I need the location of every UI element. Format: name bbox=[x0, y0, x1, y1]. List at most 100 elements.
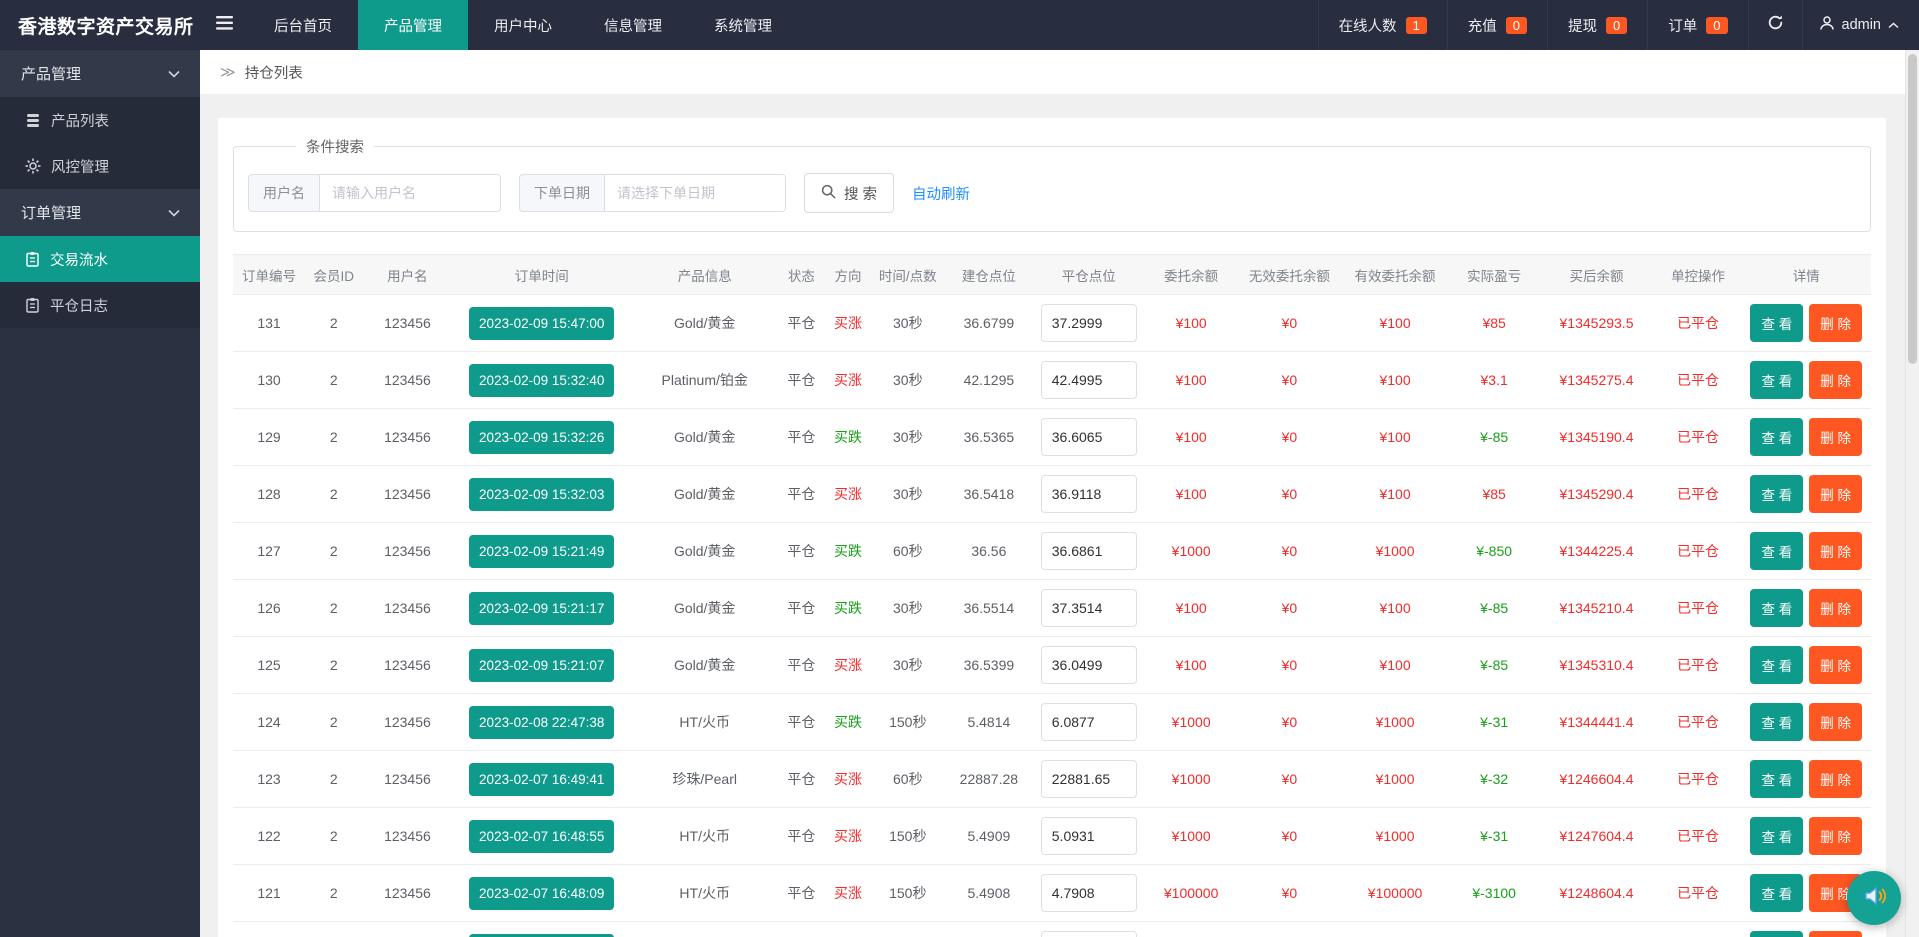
order-date-input[interactable] bbox=[604, 174, 786, 212]
order-time-badge: 2023-02-09 15:32:03 bbox=[469, 477, 615, 511]
delete-button[interactable]: 删 除 bbox=[1809, 361, 1862, 399]
date-filter: 下单日期 bbox=[519, 174, 786, 212]
delete-button[interactable]: 删 除 bbox=[1809, 760, 1862, 798]
speaker-icon bbox=[1860, 882, 1888, 915]
main-content: ≫ 持仓列表 条件搜索 用户名 下单日期 bbox=[200, 50, 1919, 937]
auto-refresh-link[interactable]: 自动刷新 bbox=[912, 183, 970, 204]
positions-table: 订单编号 会员ID 用户名 订单时间 产品信息 状态 方向 时间/点数 建仓点位… bbox=[233, 254, 1871, 937]
status-cell: 平仓 bbox=[778, 465, 825, 523]
search-button[interactable]: 搜 索 bbox=[804, 173, 895, 213]
sidebar-item-close-log[interactable]: 平仓日志 bbox=[0, 282, 200, 328]
open-price-cell: 36.5514 bbox=[943, 579, 1034, 637]
view-button[interactable]: 查 看 bbox=[1750, 931, 1804, 937]
row-actions: 查 看 删 除 bbox=[1741, 931, 1871, 937]
close-price-input[interactable] bbox=[1040, 760, 1137, 798]
view-button[interactable]: 查 看 bbox=[1750, 760, 1804, 798]
delete-button[interactable]: 删 除 bbox=[1809, 931, 1862, 937]
order-time-cell: 2023-02-09 15:32:40 bbox=[452, 351, 631, 409]
member-id-cell: 2 bbox=[305, 750, 363, 808]
close-price-input[interactable] bbox=[1040, 817, 1137, 855]
sidebar-group-products[interactable]: 产品管理 bbox=[0, 50, 200, 97]
stat-withdrawals[interactable]: 提现 0 bbox=[1547, 0, 1647, 50]
brand-title: 香港数字资产交易所 bbox=[18, 16, 194, 38]
after-balance-cell: ¥1246604.4 bbox=[1538, 750, 1655, 808]
sound-fab-button[interactable] bbox=[1847, 871, 1901, 925]
delete-button[interactable]: 删 除 bbox=[1809, 817, 1862, 855]
valid-entrust-cell: ¥1000 bbox=[1340, 750, 1450, 808]
nav-item-users[interactable]: 用户中心 bbox=[468, 0, 578, 50]
nav-item-dashboard[interactable]: 后台首页 bbox=[248, 0, 358, 50]
view-button[interactable]: 查 看 bbox=[1750, 475, 1804, 513]
sidebar-item-trade-flow[interactable]: 交易流水 bbox=[0, 236, 200, 282]
view-button[interactable]: 查 看 bbox=[1750, 817, 1804, 855]
detail-cell: 查 看 删 除 bbox=[1741, 636, 1871, 694]
delete-button[interactable]: 删 除 bbox=[1809, 418, 1862, 456]
close-price-input[interactable] bbox=[1040, 361, 1137, 399]
stat-orders[interactable]: 订单 0 bbox=[1647, 0, 1747, 50]
time-points-cell: 60秒 bbox=[871, 750, 944, 808]
order-time-badge: 2023-02-08 22:47:38 bbox=[469, 705, 615, 739]
close-price-input[interactable] bbox=[1040, 646, 1137, 684]
order-id-cell: 124 bbox=[233, 693, 306, 751]
refresh-icon bbox=[1767, 14, 1784, 36]
group-label: 订单管理 bbox=[21, 205, 82, 222]
view-button[interactable]: 查 看 bbox=[1750, 532, 1804, 570]
invalid-entrust-cell: ¥0 bbox=[1238, 408, 1341, 466]
actual-profit-cell: ¥85 bbox=[1449, 294, 1539, 352]
close-price-input[interactable] bbox=[1040, 475, 1137, 513]
close-price-input[interactable] bbox=[1040, 931, 1137, 937]
close-price-input[interactable] bbox=[1040, 589, 1137, 627]
sidebar-item-product-list[interactable]: 产品列表 bbox=[0, 97, 200, 143]
close-price-input[interactable] bbox=[1040, 703, 1137, 741]
close-price-input[interactable] bbox=[1040, 532, 1137, 570]
delete-button[interactable]: 删 除 bbox=[1809, 703, 1862, 741]
refresh-button[interactable] bbox=[1747, 0, 1802, 50]
delete-button[interactable]: 删 除 bbox=[1809, 475, 1862, 513]
close-price-cell bbox=[1033, 636, 1144, 694]
document-icon bbox=[25, 251, 40, 267]
column-header: 建仓点位 bbox=[943, 254, 1034, 295]
table-row: 130 2 123456 2023-02-09 15:32:40 Platinu… bbox=[233, 351, 1871, 409]
close-price-input[interactable] bbox=[1040, 874, 1137, 912]
sidebar-group-orders[interactable]: 订单管理 bbox=[0, 189, 200, 236]
close-price-cell bbox=[1033, 408, 1144, 466]
close-price-input[interactable] bbox=[1040, 304, 1137, 342]
view-button[interactable]: 查 看 bbox=[1750, 874, 1804, 912]
view-button[interactable]: 查 看 bbox=[1750, 646, 1804, 684]
nav-item-system[interactable]: 系统管理 bbox=[688, 0, 798, 50]
view-button[interactable]: 查 看 bbox=[1750, 304, 1804, 342]
view-button[interactable]: 查 看 bbox=[1750, 589, 1804, 627]
username-cell: 123456 bbox=[362, 351, 453, 409]
delete-button[interactable]: 删 除 bbox=[1809, 646, 1862, 684]
view-button[interactable]: 查 看 bbox=[1750, 703, 1804, 741]
vertical-scrollbar[interactable] bbox=[1905, 50, 1919, 937]
scrollbar-thumb[interactable] bbox=[1908, 54, 1917, 364]
product-cell: Gold/黄金 bbox=[631, 294, 779, 352]
time-points-cell: 30秒 bbox=[871, 351, 944, 409]
column-header: 平仓点位 bbox=[1033, 254, 1144, 295]
sidebar-item-risk-control[interactable]: 风控管理 bbox=[0, 143, 200, 189]
product-cell: HT/火币 bbox=[631, 921, 779, 937]
date-filter-label: 下单日期 bbox=[519, 174, 604, 212]
close-price-input[interactable] bbox=[1040, 418, 1137, 456]
view-button[interactable]: 查 看 bbox=[1750, 361, 1804, 399]
delete-button[interactable]: 删 除 bbox=[1809, 532, 1862, 570]
stat-online-users[interactable]: 在线人数 1 bbox=[1317, 0, 1447, 50]
view-button[interactable]: 查 看 bbox=[1750, 418, 1804, 456]
sidebar-toggle-button[interactable] bbox=[200, 0, 248, 50]
nav-item-products[interactable]: 产品管理 bbox=[358, 0, 468, 50]
nav-item-info[interactable]: 信息管理 bbox=[578, 0, 688, 50]
breadcrumb: ≫ 持仓列表 bbox=[200, 50, 1919, 94]
user-menu[interactable]: admin bbox=[1801, 0, 1919, 50]
username-cell: 123456 bbox=[362, 465, 453, 523]
table-row: 120 10 123123 2023-02-06 04:21:10 HT/火币 … bbox=[233, 921, 1871, 937]
valid-entrust-cell: ¥1000 bbox=[1340, 921, 1450, 937]
stat-deposits[interactable]: 充值 0 bbox=[1446, 0, 1547, 50]
close-price-cell bbox=[1033, 864, 1144, 922]
delete-button[interactable]: 删 除 bbox=[1809, 589, 1862, 627]
person-icon bbox=[1819, 15, 1835, 35]
column-header: 买后余额 bbox=[1538, 254, 1655, 295]
delete-button[interactable]: 删 除 bbox=[1809, 304, 1862, 342]
control-status-cell: 已平仓 bbox=[1654, 408, 1742, 466]
username-input[interactable] bbox=[319, 174, 501, 212]
